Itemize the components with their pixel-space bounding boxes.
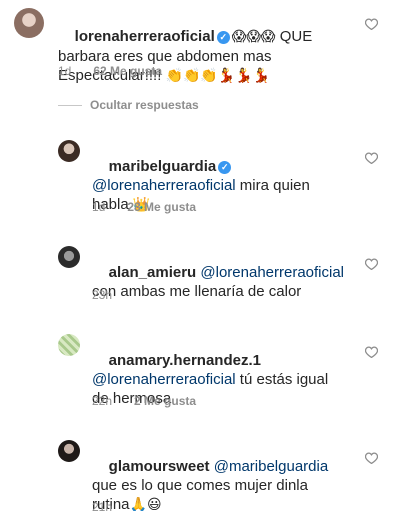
mention-link[interactable]: @lorenaherreraoficial	[200, 264, 344, 281]
heart-outline-icon[interactable]	[365, 18, 378, 30]
reply-time: 23h	[92, 288, 113, 302]
reply-meta: 1d 28 Me gusta	[92, 200, 196, 214]
divider-line	[58, 105, 82, 106]
reply-meta: 22h 2 Me gusta	[92, 394, 196, 408]
reply-text-line1: con ambas me llenaría de calor	[92, 283, 302, 300]
mention-link[interactable]: @maribelguardia	[214, 458, 328, 475]
avatar[interactable]	[58, 140, 80, 162]
reply-text: maribelguardia ✓ @lorenaherreraoficial mi…	[92, 138, 352, 234]
reply-username[interactable]: maribelguardia	[109, 158, 217, 175]
comment-time: 1d	[58, 64, 72, 78]
reply-likes[interactable]: 2 Me gusta	[134, 394, 196, 408]
verified-badge-icon: ✓	[216, 31, 230, 44]
reply-likes[interactable]: 28 Me gusta	[127, 200, 196, 214]
reply-meta: 23h	[92, 288, 112, 302]
reply-text: glamoursweet @maribelguardia que es lo q…	[92, 438, 362, 511]
avatar[interactable]	[58, 334, 80, 356]
comment-username[interactable]: lorenaherreraoficial	[75, 28, 215, 45]
comment-text: lorenaherreraoficial ✓ 😱😱😱 QUE barbara ere…	[58, 8, 358, 105]
pray-smile-emoji: 🙏😃	[129, 497, 162, 511]
verified-badge-icon: ✓	[218, 161, 232, 174]
comment-text-line2: barbara eres que abdomen mas	[58, 48, 272, 65]
mention-link[interactable]: @lorenaherreraoficial	[92, 371, 236, 388]
reply-username[interactable]: alan_amieru	[109, 264, 197, 281]
reply-text-line1: tú estás igual	[235, 371, 329, 388]
mention-link[interactable]: @lorenaherreraoficial	[92, 177, 236, 194]
avatar[interactable]	[58, 246, 80, 268]
reply-text-line1: mira quien	[235, 177, 310, 194]
avatar[interactable]	[58, 440, 80, 462]
comment-meta: 1d 62 Me gusta	[58, 64, 162, 78]
reply-text: anamary.hernandez.1 @lorenaherreraoficia…	[92, 332, 362, 427]
avatar[interactable]	[14, 8, 44, 38]
reply-time: 1d	[92, 200, 106, 214]
reply-meta: 21h	[92, 500, 112, 511]
reply-text: alan_amieru @lorenaherreraoficial con am…	[92, 244, 362, 320]
reply-username[interactable]: anamary.hernandez.1	[109, 352, 261, 369]
reply-text-line1: que es lo que comes mujer dinla	[92, 477, 308, 494]
hide-replies-label[interactable]: Ocultar respuestas	[90, 98, 199, 112]
heart-outline-icon[interactable]	[365, 452, 378, 464]
comment-text-line1: QUE	[275, 28, 313, 45]
comment-likes[interactable]: 62 Me gusta	[93, 64, 162, 78]
reply-username[interactable]: glamoursweet	[109, 458, 210, 475]
reply-time: 21h	[92, 500, 113, 511]
reply-time: 22h	[92, 394, 113, 408]
emoji-row: 👏👏👏💃💃💃	[165, 68, 271, 84]
heart-outline-icon[interactable]	[365, 258, 378, 270]
heart-outline-icon[interactable]	[365, 152, 378, 164]
shocked-emoji: 😱😱😱	[231, 29, 276, 45]
heart-outline-icon[interactable]	[365, 346, 378, 358]
